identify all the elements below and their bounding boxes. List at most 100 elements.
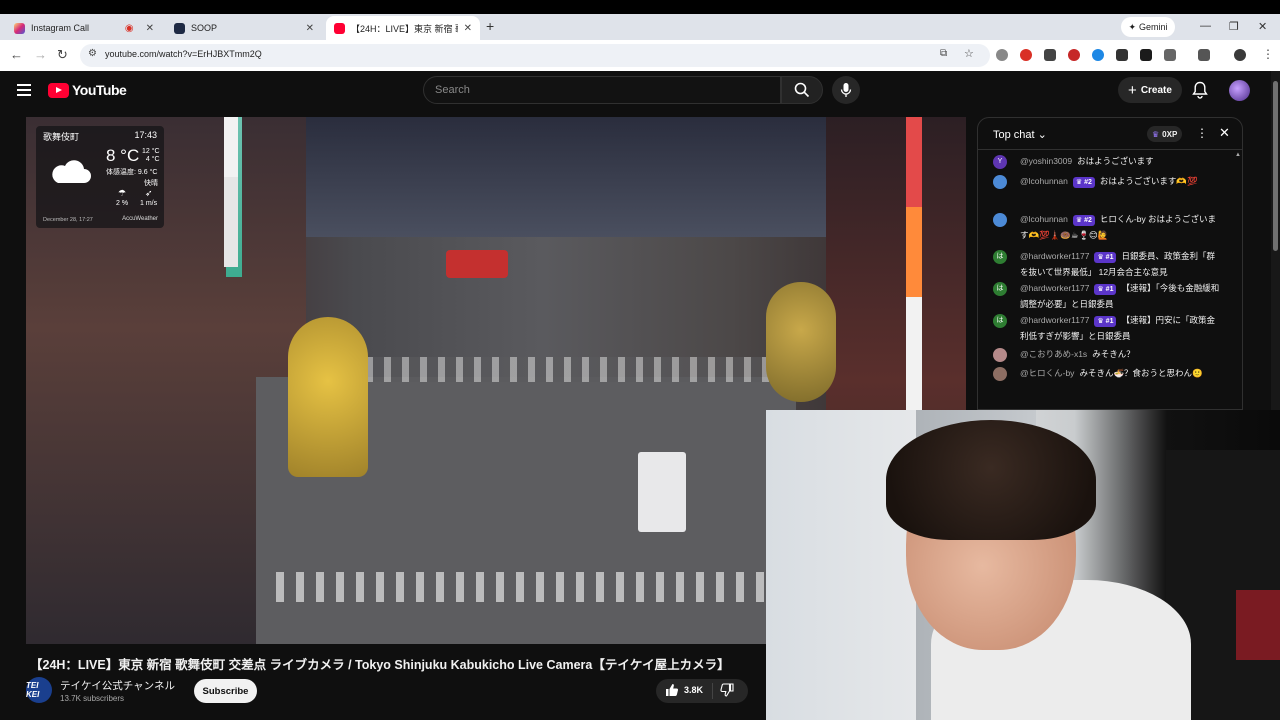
browser-toolbar: ← → ↻ ⚙ youtube.com/watch?v=ErHJBXTmm2Q …	[0, 40, 1280, 71]
extension-icon[interactable]	[996, 49, 1008, 61]
chat-avatar: Y	[993, 155, 1007, 169]
subscribe-button[interactable]: Subscribe	[194, 679, 257, 703]
chat-header: Top chat ⌄ ♛ 0XP ⋮ ✕	[978, 118, 1242, 150]
tab-label: Instagram Call	[31, 23, 90, 33]
close-chat-icon[interactable]: ✕	[1219, 125, 1230, 141]
chat-message: @lcohunnan ♛ #2 ヒロくん-by おはようございます🫶💯🗼🍩☕🍷😊🙋	[993, 211, 1223, 243]
channel-avatar[interactable]: TEI KEI	[26, 677, 52, 703]
like-dislike-bar: 3.8K	[656, 679, 748, 703]
like-count: 3.8K	[684, 685, 704, 695]
tab-soop[interactable]: SOOP ✕	[166, 16, 322, 40]
like-button[interactable]: 3.8K	[665, 683, 703, 697]
video-scene-tree	[766, 282, 836, 402]
minimize-icon[interactable]: —	[1200, 20, 1211, 32]
chat-avatar	[993, 348, 1007, 362]
menu-dots-icon[interactable]: ⋮	[1262, 47, 1274, 61]
create-button[interactable]: + Create	[1118, 77, 1182, 103]
reload-icon[interactable]: ↻	[57, 47, 68, 63]
youtube-wordmark: YouTube	[72, 82, 127, 98]
badge-rank: #1	[1105, 254, 1114, 261]
forward-arrow-icon[interactable]: →	[34, 47, 47, 62]
extension-icon[interactable]	[1140, 49, 1152, 61]
soop-icon	[174, 22, 185, 34]
weather-wind: 1 m/s	[140, 200, 158, 207]
weather-precipitation: 2 %	[116, 200, 129, 207]
chat-avatar: は	[993, 282, 1007, 296]
youtube-play-icon	[48, 82, 69, 98]
hamburger-menu-icon[interactable]	[17, 84, 31, 99]
recording-icon: ◉	[124, 22, 134, 34]
chat-author[interactable]: @hardworker1177	[1020, 283, 1089, 293]
live-chat-panel: Top chat ⌄ ♛ 0XP ⋮ ✕ Y @yoshin3009 おはようござい…	[977, 117, 1243, 410]
chat-title: Top chat	[993, 129, 1035, 141]
voice-search-button[interactable]	[832, 76, 860, 104]
gemini-label: Gemini	[1139, 22, 1168, 32]
extension-icon[interactable]	[1044, 49, 1056, 61]
tab-instagram[interactable]: Instagram Call ◉ ✕	[6, 16, 162, 40]
chat-text: おはようございます🫶💯	[1099, 176, 1198, 186]
create-label: Create	[1140, 84, 1172, 96]
new-tab-button[interactable]: +	[486, 18, 494, 34]
chat-scrollbar[interactable]	[1235, 152, 1241, 406]
install-app-icon[interactable]: ⧉	[940, 48, 947, 59]
chat-mode-dropdown[interactable]: Top chat ⌄	[993, 128, 1047, 141]
close-tab-icon[interactable]: ✕	[464, 23, 472, 34]
reading-list-icon[interactable]	[1198, 49, 1210, 61]
extension-icon[interactable]	[1020, 49, 1032, 61]
weather-provider: AccuWeather	[122, 216, 158, 222]
subscriber-count: 13.7K subscribers	[60, 694, 125, 703]
site-info-icon[interactable]: ⚙	[88, 48, 97, 59]
xp-badge[interactable]: ♛ 0XP	[1147, 126, 1183, 142]
chat-author[interactable]: @hardworker1177	[1020, 251, 1089, 261]
gemini-sparkle-icon: ✦	[1128, 21, 1137, 32]
chat-messages: Y @yoshin3009 おはようございます @lcohunnan ♛ #2 おはよ…	[978, 151, 1242, 409]
search-input[interactable]: Search	[423, 76, 781, 104]
chat-avatar	[993, 213, 1007, 227]
youtube-logo[interactable]: YouTube	[48, 82, 127, 98]
weather-high: 12 °C	[142, 148, 160, 155]
chat-avatar: は	[993, 250, 1007, 264]
video-scene-crosswalk	[366, 357, 796, 382]
xp-value: 0XP	[1162, 129, 1178, 139]
address-bar[interactable]: ⚙ youtube.com/watch?v=ErHJBXTmm2Q ⧉ ☆	[80, 44, 990, 67]
video-scene-crosswalk	[276, 572, 776, 602]
close-tab-icon[interactable]: ✕	[306, 23, 314, 34]
chat-text: おはようございます	[1077, 156, 1154, 166]
chat-author[interactable]: @hardworker1177	[1020, 315, 1089, 325]
weather-temperature: 8 °C	[106, 146, 140, 165]
back-arrow-icon[interactable]: ←	[10, 47, 23, 62]
page-scrollbar-thumb[interactable]	[1273, 81, 1278, 251]
badge-rank: #2	[1084, 179, 1092, 186]
member-badge: ♛ #1	[1094, 316, 1117, 327]
thumbs-down-icon[interactable]	[720, 683, 734, 697]
browser-tab-strip: Instagram Call ◉ ✕ SOOP ✕ 【24H：LIVE】東京 新…	[0, 14, 1280, 40]
search-button[interactable]	[781, 76, 823, 104]
chat-message: は @hardworker1177 ♛ #1 日銀委員、政策金利「群を抜いて世界最低…	[993, 248, 1223, 280]
account-avatar[interactable]	[1229, 80, 1250, 101]
profile-avatar-icon[interactable]	[1234, 49, 1246, 61]
extension-icon[interactable]	[1092, 49, 1104, 61]
puzzle-icon[interactable]	[1164, 49, 1176, 61]
chat-author[interactable]: @yoshin3009	[1020, 156, 1072, 166]
badge-rank: #2	[1084, 217, 1092, 224]
chat-more-options-icon[interactable]: ⋮	[1196, 126, 1208, 140]
chat-author[interactable]: @lcohunnan	[1020, 214, 1068, 224]
bookmark-star-icon[interactable]: ☆	[964, 47, 974, 60]
youtube-favicon-icon	[334, 22, 345, 34]
chat-text: みそきん🍜？食おうと思わん🙂	[1079, 368, 1203, 378]
tab-youtube-live[interactable]: 【24H：LIVE】東京 新宿 歌舞伎町 ✕	[326, 16, 480, 40]
extension-icon[interactable]	[1068, 49, 1080, 61]
chat-author[interactable]: @こおりあめ-x1s	[1020, 349, 1087, 359]
notifications-bell-icon[interactable]	[1192, 81, 1208, 99]
close-tab-icon[interactable]: ✕	[146, 23, 154, 34]
window-close-icon[interactable]: ✕	[1258, 20, 1267, 33]
badge-rank: #1	[1105, 286, 1114, 293]
chat-author[interactable]: @lcohunnan	[1020, 176, 1068, 186]
gemini-button[interactable]: ✦ Gemini	[1121, 17, 1175, 37]
channel-name[interactable]: テイケイ公式チャンネル	[60, 678, 175, 693]
chat-message: @lcohunnan ♛ #2 おはようございます🫶💯	[993, 173, 1223, 205]
shield-icon[interactable]	[1116, 49, 1128, 61]
chat-author[interactable]: @ヒロくん-by	[1020, 368, 1074, 378]
maximize-icon[interactable]: ❐	[1229, 20, 1239, 33]
chat-message: @ヒロくん-by みそきん🍜？食おうと思わん🙂	[993, 365, 1223, 397]
